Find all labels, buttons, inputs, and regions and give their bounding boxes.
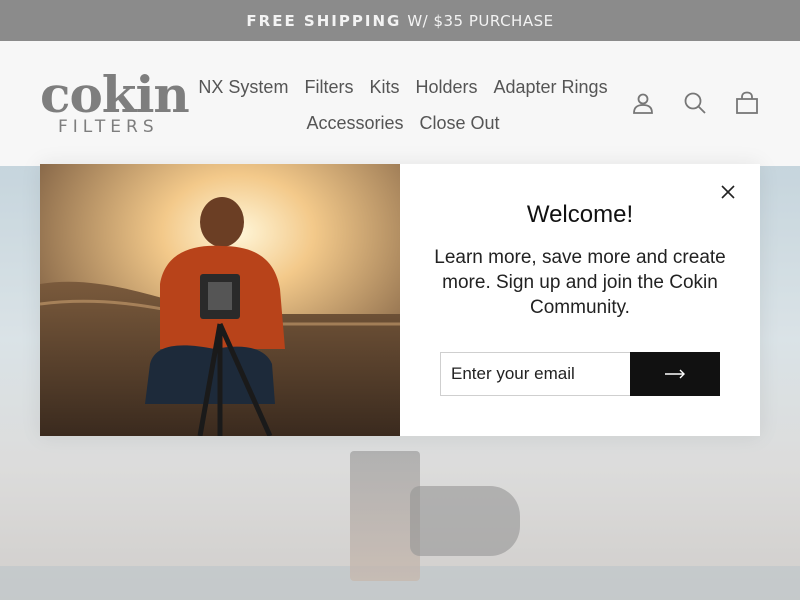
site-header: cokin FILTERS NX System Filters Kits Hol… (0, 41, 800, 166)
arrow-right-icon (665, 369, 685, 379)
newsletter-popup: Welcome! Learn more, save more and creat… (40, 164, 760, 436)
nav-nx-system[interactable]: NX System (198, 77, 288, 98)
nav-adapter-rings[interactable]: Adapter Rings (494, 77, 608, 98)
account-icon[interactable] (630, 90, 656, 116)
popup-photo (40, 164, 400, 436)
announcement-bar: FREE SHIPPING W/ $35 PURCHASE (0, 0, 800, 41)
popup-title: Welcome! (526, 201, 634, 228)
nav-accessories[interactable]: Accessories (306, 113, 403, 134)
logo-word: cokin (40, 65, 190, 124)
main-nav: NX System Filters Kits Holders Adapter R… (188, 69, 618, 141)
logo-subtitle: FILTERS (58, 117, 159, 137)
email-field[interactable] (440, 352, 630, 396)
header-icons (630, 90, 760, 116)
nav-kits[interactable]: Kits (369, 77, 399, 98)
search-icon[interactable] (682, 90, 708, 116)
announcement-bold: FREE SHIPPING (246, 11, 402, 30)
nav-holders[interactable]: Holders (415, 77, 477, 98)
popup-content: Welcome! Learn more, save more and creat… (400, 164, 760, 436)
cokin-logo[interactable]: cokin FILTERS (40, 65, 190, 141)
cart-icon[interactable] (734, 90, 760, 116)
nav-filters[interactable]: Filters (304, 77, 353, 98)
subscribe-button[interactable] (630, 352, 720, 396)
nav-close-out[interactable]: Close Out (419, 113, 499, 134)
announcement-text: W/ $35 PURCHASE (407, 11, 554, 30)
popup-description: Learn more, save more and create more. S… (434, 247, 726, 318)
signup-form (440, 352, 720, 396)
